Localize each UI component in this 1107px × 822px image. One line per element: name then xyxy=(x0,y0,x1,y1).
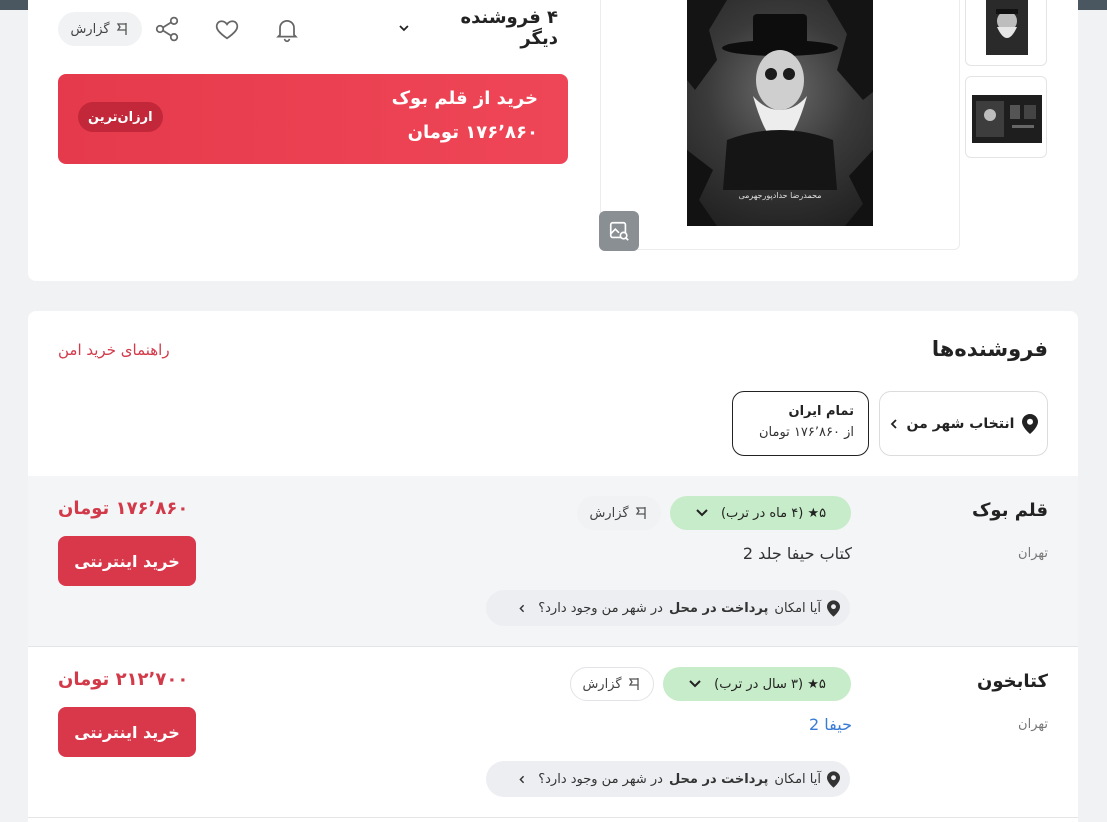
report-label: گزارش xyxy=(589,505,629,521)
product-title-link[interactable]: حیفا 2 xyxy=(809,715,852,734)
report-button[interactable]: گزارش xyxy=(577,496,661,530)
city-select-label: انتخاب شهر من xyxy=(906,415,1015,432)
cod-suffix: در شهر من وجود دارد؟ xyxy=(538,771,663,787)
image-search-button[interactable] xyxy=(599,211,639,251)
seller-row: قلم بوک تهران ۵★ (۴ ماه در ترب) گزارش کت… xyxy=(28,476,1078,647)
region-min-price: از ۱۷۶٬۸۶۰ تومان xyxy=(759,425,854,440)
shop-rating-toggle[interactable]: ۵★ (۳ سال در ترب) xyxy=(663,667,851,701)
sellers-section: فروشنده‌ها راهنمای خرید امن انتخاب شهر م… xyxy=(28,311,1078,822)
location-pin-icon xyxy=(827,599,840,617)
chevron-left-icon xyxy=(890,418,897,429)
notify-button[interactable] xyxy=(270,12,304,46)
report-button[interactable]: گزارش xyxy=(570,667,654,701)
city-select-button[interactable]: انتخاب شهر من xyxy=(879,391,1048,456)
cod-bold: پرداخت در محل xyxy=(668,600,769,616)
shop-name[interactable]: قلم بوک xyxy=(972,500,1048,521)
seller-price: ۲۱۲٬۷۰۰ تومان xyxy=(58,669,189,690)
image-search-icon xyxy=(609,221,629,241)
shop-city: تهران xyxy=(1018,717,1048,732)
favorite-button[interactable] xyxy=(210,12,244,46)
flag-icon xyxy=(628,678,639,690)
sellers-title: فروشنده‌ها xyxy=(931,337,1048,361)
report-button[interactable]: گزارش xyxy=(58,12,142,46)
rating-text: ۵★ (۳ سال در ترب) xyxy=(714,676,826,692)
flag-icon xyxy=(116,23,127,35)
share-icon xyxy=(155,16,179,42)
shop-rating-toggle[interactable]: ۵★ (۴ ماه در ترب) xyxy=(670,496,851,530)
thumbnail-1[interactable] xyxy=(965,0,1047,66)
cash-on-delivery-check[interactable]: آیا امکان پرداخت در محل در شهر من وجود د… xyxy=(486,761,850,797)
report-label: گزارش xyxy=(582,676,622,692)
share-button[interactable] xyxy=(150,12,184,46)
heart-icon xyxy=(215,20,239,40)
product-title: کتاب حیفا جلد 2 xyxy=(742,544,852,563)
other-sellers-label: ۴ فروشنده دیگر xyxy=(460,7,558,49)
seller-row: کتابخون تهران ۵★ (۳ سال در ترب) گزارش حی… xyxy=(28,647,1078,818)
shop-city: تهران xyxy=(1018,546,1048,561)
book-cover-image: محمدرضا حدادپورجهرمی xyxy=(687,0,873,226)
main-product-image[interactable]: محمدرضا حدادپورجهرمی xyxy=(599,0,960,251)
all-iran-filter-chip[interactable]: تمام ایران از ۱۷۶٬۸۶۰ تومان xyxy=(732,391,869,456)
safe-purchase-guide-link[interactable]: راهنمای خرید امن xyxy=(58,341,170,359)
cheapest-badge: ارزان‌ترین xyxy=(78,102,163,132)
chevron-down-icon xyxy=(399,25,409,32)
cod-bold: پرداخت در محل xyxy=(668,771,769,787)
cover-author-text: محمدرضا حدادپورجهرمی xyxy=(738,191,822,200)
buy-online-button[interactable]: خرید اینترنتی xyxy=(58,536,196,586)
location-pin-icon xyxy=(827,770,840,788)
chevron-down-icon xyxy=(689,680,701,688)
thumbnail-2[interactable] xyxy=(965,76,1047,158)
chevron-left-icon xyxy=(519,775,525,783)
chevron-down-icon xyxy=(696,509,708,517)
buy-banner-shop: خرید از قلم بوک xyxy=(391,88,538,109)
bell-icon xyxy=(276,19,298,43)
buy-from-cheapest-banner[interactable]: خرید از قلم بوک ۱۷۶٬۸۶۰ تومان ارزان‌ترین xyxy=(58,74,568,164)
buy-online-button[interactable]: خرید اینترنتی xyxy=(58,707,196,757)
other-sellers-toggle[interactable]: ۴ فروشنده دیگر xyxy=(398,7,558,49)
product-card: محمدرضا حدادپورجهرمی ۴ فروشنده دیگر گزار… xyxy=(28,0,1078,281)
chevron-left-icon xyxy=(519,604,525,612)
cash-on-delivery-check[interactable]: آیا امکان پرداخت در محل در شهر من وجود د… xyxy=(486,590,850,626)
shop-name[interactable]: کتابخون xyxy=(977,671,1048,692)
cod-prefix: آیا امکان xyxy=(774,600,821,616)
seller-price: ۱۷۶٬۸۶۰ تومان xyxy=(58,498,189,519)
cod-suffix: در شهر من وجود دارد؟ xyxy=(538,600,663,616)
report-label: گزارش xyxy=(70,21,110,37)
rating-text: ۵★ (۴ ماه در ترب) xyxy=(720,505,827,521)
flag-icon xyxy=(635,507,646,519)
location-pin-icon xyxy=(1022,413,1039,434)
cod-prefix: آیا امکان xyxy=(774,771,821,787)
buy-banner-price: ۱۷۶٬۸۶۰ تومان xyxy=(407,122,538,143)
region-name: تمام ایران xyxy=(788,404,854,419)
